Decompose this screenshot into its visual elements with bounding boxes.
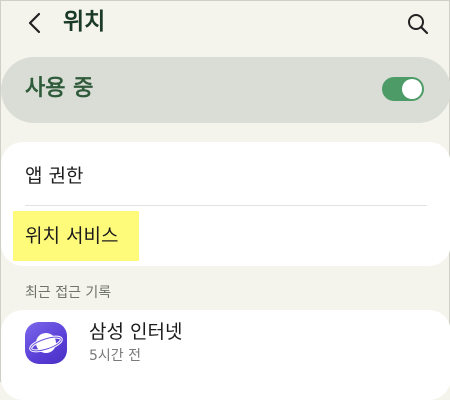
switch-knob <box>402 79 422 99</box>
menu-item-location-services[interactable]: 위치 서비스 <box>1 206 450 268</box>
samsung-internet-icon <box>25 322 67 364</box>
location-menu-card: 앱 권한 위치 서비스 <box>1 142 450 266</box>
chevron-left-icon <box>28 12 41 34</box>
location-switch[interactable] <box>382 77 424 101</box>
app-header: 위치 <box>1 1 450 47</box>
page-title: 위치 <box>63 9 106 35</box>
location-master-toggle[interactable]: 사용 중 <box>1 57 450 123</box>
menu-item-label: 위치 서비스 <box>25 225 119 247</box>
menu-item-label: 앱 권한 <box>25 165 84 187</box>
search-button[interactable] <box>403 9 433 39</box>
list-item[interactable]: 삼성 인터넷 5시간 전 <box>1 310 450 383</box>
app-name: 삼성 인터넷 <box>89 321 183 343</box>
menu-item-app-permissions[interactable]: 앱 권한 <box>1 142 450 204</box>
recent-access-section-title: 최근 접근 기록 <box>25 285 112 301</box>
search-icon <box>408 14 429 35</box>
recent-access-card: 삼성 인터넷 5시간 전 <box>1 310 450 400</box>
access-time: 5시간 전 <box>89 348 141 364</box>
back-button[interactable] <box>21 9 49 37</box>
master-toggle-label: 사용 중 <box>25 76 94 101</box>
